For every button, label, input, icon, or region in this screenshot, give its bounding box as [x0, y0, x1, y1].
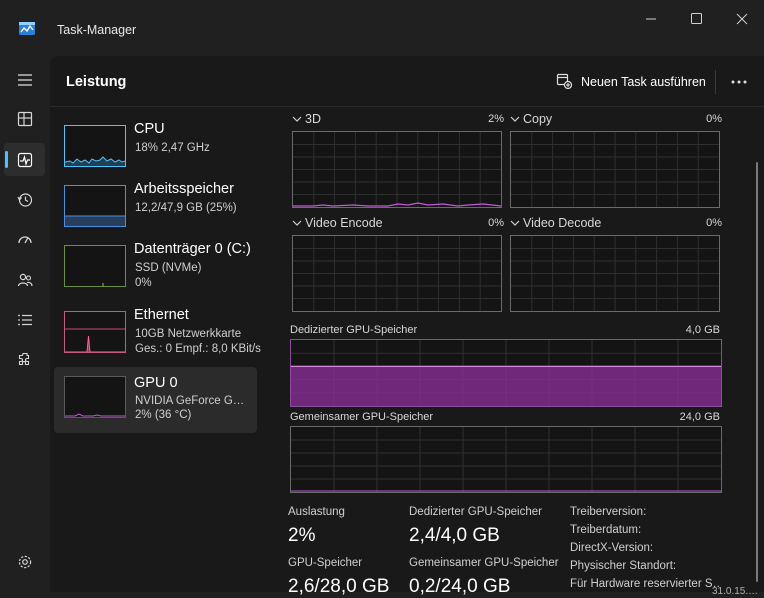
chevron-down-icon[interactable]: [510, 219, 520, 227]
ethernet-title: Ethernet: [134, 307, 189, 323]
header-divider: [715, 70, 716, 94]
new-task-icon: [556, 73, 572, 89]
driver-version-label: Treiberversion:: [570, 506, 647, 518]
engine-copy-graph: [510, 131, 720, 208]
disk-type: SSD (NVMe): [135, 262, 202, 274]
ethernet-adapter: 10GB Netzwerkkarte: [135, 328, 242, 340]
close-button[interactable]: [726, 8, 756, 30]
hardware-reserved-label: Für Hardware reservierter S…: [570, 578, 720, 590]
dedicated-memory-fill: [291, 366, 721, 406]
page-title: Leistung: [66, 74, 127, 90]
perf-item-cpu[interactable]: CPU 18% 2,47 GHz: [54, 117, 257, 177]
rail-performance[interactable]: [0, 142, 50, 178]
engine-3d-graph: [292, 131, 502, 208]
dedicated-stat-value: 2,4/4,0 GB: [409, 525, 500, 546]
perf-item-ethernet[interactable]: Ethernet 10GB Netzwerkkarte Ges.: 0 Empf…: [54, 303, 261, 363]
cpu-summary: 18% 2,47 GHz: [135, 142, 210, 154]
gpu-usage: 2% (36 °C): [135, 409, 192, 421]
details-icon: [18, 314, 32, 326]
ethernet-thumbnail-graph: [64, 311, 126, 353]
engine-copy-label[interactable]: Copy: [523, 112, 552, 126]
shared-memory-graph: [290, 426, 722, 493]
close-icon: [736, 13, 748, 25]
chevron-down-icon[interactable]: [292, 115, 302, 123]
chevron-down-icon[interactable]: [510, 115, 520, 123]
hamburger-menu-icon: [18, 74, 32, 86]
gpu-model: NVIDIA GeForce G…: [135, 395, 245, 407]
perf-item-memory[interactable]: Arbeitsspeicher 12,2/47,9 GB (25%): [54, 177, 257, 237]
engine-video-encode-label[interactable]: Video Encode: [305, 216, 383, 230]
run-new-task-label[interactable]: Neuen Task ausführen: [581, 75, 706, 89]
dedicated-memory-graph: [290, 339, 722, 407]
minimize-button[interactable]: [636, 8, 666, 30]
task-manager-logo-icon: [19, 22, 35, 35]
dedicated-stat-label: Dedizierter GPU-Speicher: [409, 506, 542, 518]
memory-summary: 12,2/47,9 GB (25%): [135, 202, 237, 214]
more-options-icon[interactable]: [730, 79, 748, 85]
gpu-memory-value: 2,6/28,0 GB: [288, 576, 390, 597]
engine-video-decode-label[interactable]: Video Decode: [523, 216, 601, 230]
rail-settings[interactable]: [0, 544, 50, 580]
memory-thumbnail-graph: [64, 185, 126, 227]
perf-item-gpu[interactable]: GPU 0 NVIDIA GeForce G… 2% (36 °C): [54, 367, 257, 433]
settings-icon: [18, 555, 32, 569]
gpu-thumbnail-graph: [64, 376, 126, 418]
disk-thumbnail-graph: [64, 245, 126, 287]
dedicated-memory-max: 4,0 GB: [685, 324, 720, 336]
ethernet-throughput: Ges.: 0 Empf.: 8,0 KBit/s: [135, 343, 261, 355]
rail-app-history[interactable]: [0, 182, 50, 218]
shared-memory-label: Gemeinsamer GPU-Speicher: [290, 411, 434, 423]
processes-icon: [17, 111, 33, 127]
engine-video-decode-value: 0%: [706, 217, 722, 229]
users-icon: [17, 273, 33, 287]
rail-startup-apps[interactable]: [0, 222, 50, 258]
utilization-label: Auslastung: [288, 506, 345, 518]
disk-usage: 0%: [135, 277, 152, 289]
gpu-title: GPU 0: [134, 375, 178, 391]
rail-details[interactable]: [0, 302, 50, 338]
minimize-icon: [646, 18, 656, 20]
dedicated-memory-label: Dedizierter GPU-Speicher: [290, 324, 418, 336]
engine-copy-value: 0%: [706, 113, 722, 125]
engine-video-encode-value: 0%: [488, 217, 504, 229]
rail-services[interactable]: [0, 342, 50, 378]
engine-video-decode-graph: [510, 235, 720, 312]
window-title: Task-Manager: [57, 23, 137, 37]
chevron-down-icon[interactable]: [292, 219, 302, 227]
physical-location-label: Physischer Standort:: [570, 560, 677, 572]
directx-version-label: DirectX-Version:: [570, 542, 654, 554]
memory-title: Arbeitsspeicher: [134, 181, 234, 197]
app-history-icon: [17, 193, 33, 207]
startup-apps-icon: [18, 236, 32, 244]
maximize-button[interactable]: [681, 8, 711, 30]
gpu-memory-label: GPU-Speicher: [288, 557, 363, 569]
cpu-title: CPU: [134, 121, 165, 137]
rail-processes[interactable]: [0, 101, 50, 137]
rail-menu-button[interactable]: [0, 62, 50, 98]
shared-stat-value: 0,2/24,0 GB: [409, 576, 511, 597]
perf-item-disk[interactable]: Datenträger 0 (C:) SSD (NVMe) 0%: [54, 237, 257, 297]
scrollbar[interactable]: [756, 162, 758, 582]
engine-3d-value: 2%: [488, 113, 504, 125]
cpu-thumbnail-graph: [64, 125, 126, 167]
disk-title: Datenträger 0 (C:): [134, 241, 251, 257]
performance-icon: [17, 152, 33, 168]
shared-memory-max: 24,0 GB: [679, 411, 720, 423]
driver-date-label: Treiberdatum:: [570, 524, 642, 536]
services-icon: [18, 352, 30, 366]
rail-users[interactable]: [0, 262, 50, 298]
engine-3d-label[interactable]: 3D: [305, 112, 321, 126]
engine-video-encode-graph: [292, 235, 502, 312]
utilization-value: 2%: [288, 525, 316, 546]
shared-stat-label: Gemeinsamer GPU-Speicher: [409, 557, 559, 569]
maximize-icon: [691, 13, 702, 24]
